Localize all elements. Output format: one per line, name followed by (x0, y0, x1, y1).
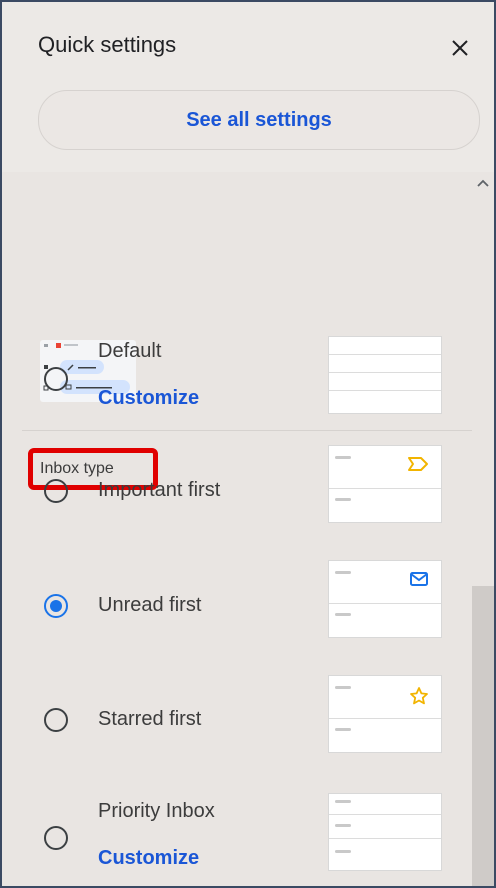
quick-settings-header: Quick settings See all settings (2, 2, 494, 172)
option-label-unread-first: Unread first (98, 594, 202, 616)
radio-important-first[interactable] (44, 479, 68, 503)
close-button[interactable] (442, 30, 478, 66)
customize-default-link[interactable]: Customize (98, 387, 199, 410)
star-icon (410, 687, 428, 705)
scrollbar[interactable] (472, 172, 494, 886)
important-marker-icon (408, 457, 428, 471)
customize-priority-inbox-link[interactable]: Customize (98, 847, 199, 870)
settings-scroll-area: Inbox type (2, 172, 472, 886)
scroll-up-arrow-icon[interactable] (477, 178, 489, 188)
envelope-icon (410, 572, 428, 586)
preview-card-starred-first (328, 675, 442, 753)
option-label-default: Default (98, 340, 162, 362)
radio-unread-first[interactable] (44, 594, 68, 618)
radio-priority-inbox[interactable] (44, 826, 68, 850)
scrollbar-thumb[interactable] (472, 586, 494, 886)
section-divider (22, 430, 472, 431)
close-icon (452, 40, 468, 56)
preview-card-unread-first (328, 560, 442, 638)
option-label-priority-inbox: Priority Inbox (98, 800, 215, 822)
option-label-important-first: Important first (98, 479, 221, 501)
radio-default[interactable] (44, 367, 68, 391)
preview-card-default (328, 336, 442, 414)
preview-card-important-first (328, 445, 442, 523)
see-all-settings-button[interactable]: See all settings (38, 90, 480, 150)
panel-title: Quick settings (38, 32, 177, 57)
option-label-starred-first: Starred first (98, 708, 202, 730)
radio-starred-first[interactable] (44, 708, 68, 732)
preview-card-priority-inbox (328, 793, 442, 871)
